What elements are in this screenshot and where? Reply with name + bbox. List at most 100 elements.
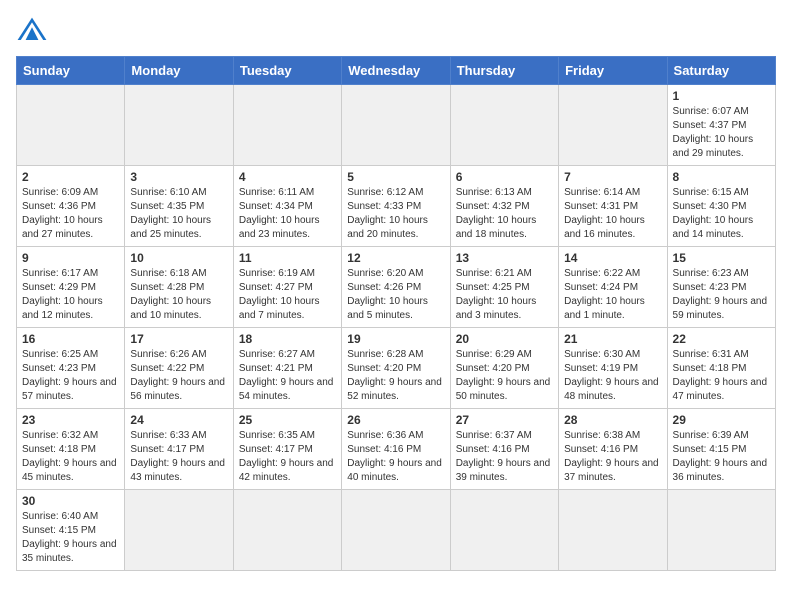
day-number: 4 xyxy=(239,170,336,184)
day-info: Sunrise: 6:32 AM Sunset: 4:18 PM Dayligh… xyxy=(22,429,119,485)
calendar-cell: 18Sunrise: 6:27 AM Sunset: 4:21 PM Dayli… xyxy=(233,328,341,409)
day-number: 5 xyxy=(347,170,444,184)
calendar-cell: 20Sunrise: 6:29 AM Sunset: 4:20 PM Dayli… xyxy=(450,328,558,409)
day-info: Sunrise: 6:23 AM Sunset: 4:23 PM Dayligh… xyxy=(673,267,770,323)
day-number: 8 xyxy=(673,170,770,184)
day-number: 2 xyxy=(22,170,119,184)
day-info: Sunrise: 6:37 AM Sunset: 4:16 PM Dayligh… xyxy=(456,429,553,485)
day-info: Sunrise: 6:19 AM Sunset: 4:27 PM Dayligh… xyxy=(239,267,336,323)
day-number: 7 xyxy=(564,170,661,184)
day-info: Sunrise: 6:12 AM Sunset: 4:33 PM Dayligh… xyxy=(347,186,444,242)
day-info: Sunrise: 6:15 AM Sunset: 4:30 PM Dayligh… xyxy=(673,186,770,242)
day-info: Sunrise: 6:10 AM Sunset: 4:35 PM Dayligh… xyxy=(130,186,227,242)
day-header: Saturday xyxy=(667,57,775,85)
calendar-cell: 6Sunrise: 6:13 AM Sunset: 4:32 PM Daylig… xyxy=(450,166,558,247)
calendar-week-row: 9Sunrise: 6:17 AM Sunset: 4:29 PM Daylig… xyxy=(17,247,776,328)
calendar-header-row: SundayMondayTuesdayWednesdayThursdayFrid… xyxy=(17,57,776,85)
calendar-cell xyxy=(559,490,667,571)
calendar-cell: 17 Sunrise: 6:26 AM Sunset: 4:22 PM Dayli… xyxy=(125,328,233,409)
day-header: Tuesday xyxy=(233,57,341,85)
day-number: 26 xyxy=(347,413,444,427)
calendar-cell xyxy=(233,85,341,166)
calendar-week-row: 2 Sunrise: 6:09 AM Sunset: 4:36 PM Daylig… xyxy=(17,166,776,247)
day-info: Sunrise: 6:09 AM Sunset: 4:36 PM Dayligh… xyxy=(22,186,119,242)
page-header xyxy=(16,16,776,44)
day-number: 28 xyxy=(564,413,661,427)
day-number: 29 xyxy=(673,413,770,427)
calendar-cell: 1Sunrise: 6:07 AM Sunset: 4:37 PM Daylig… xyxy=(667,85,775,166)
day-number: 19 xyxy=(347,332,444,346)
calendar-cell xyxy=(667,490,775,571)
calendar-cell: 26 Sunrise: 6:36 AM Sunset: 4:16 PM Dayli… xyxy=(342,409,450,490)
logo-icon xyxy=(16,16,48,44)
day-info: Sunrise: 6:11 AM Sunset: 4:34 PM Dayligh… xyxy=(239,186,336,242)
day-number: 13 xyxy=(456,251,553,265)
day-info: Sunrise: 6:38 AM Sunset: 4:16 PM Dayligh… xyxy=(564,429,661,485)
calendar-cell: 13 Sunrise: 6:21 AM Sunset: 4:25 PM Dayli… xyxy=(450,247,558,328)
calendar-week-row: 30 Sunrise: 6:40 AM Sunset: 4:15 PM Dayli… xyxy=(17,490,776,571)
calendar-cell: 27 Sunrise: 6:37 AM Sunset: 4:16 PM Dayli… xyxy=(450,409,558,490)
day-number: 12 xyxy=(347,251,444,265)
day-number: 30 xyxy=(22,494,119,508)
calendar-cell: 15Sunrise: 6:23 AM Sunset: 4:23 PM Dayli… xyxy=(667,247,775,328)
calendar-cell: 8 Sunrise: 6:15 AM Sunset: 4:30 PM Daylig… xyxy=(667,166,775,247)
day-header: Wednesday xyxy=(342,57,450,85)
calendar-cell xyxy=(125,85,233,166)
day-number: 23 xyxy=(22,413,119,427)
calendar-cell xyxy=(450,85,558,166)
calendar-cell xyxy=(125,490,233,571)
day-info: Sunrise: 6:31 AM Sunset: 4:18 PM Dayligh… xyxy=(673,348,770,404)
calendar-cell: 2 Sunrise: 6:09 AM Sunset: 4:36 PM Daylig… xyxy=(17,166,125,247)
day-info: Sunrise: 6:13 AM Sunset: 4:32 PM Dayligh… xyxy=(456,186,553,242)
calendar-cell xyxy=(233,490,341,571)
calendar-cell: 21Sunrise: 6:30 AM Sunset: 4:19 PM Dayli… xyxy=(559,328,667,409)
calendar-cell xyxy=(342,85,450,166)
calendar-cell: 22Sunrise: 6:31 AM Sunset: 4:18 PM Dayli… xyxy=(667,328,775,409)
day-number: 16 xyxy=(22,332,119,346)
calendar-cell xyxy=(559,85,667,166)
calendar-cell: 19 Sunrise: 6:28 AM Sunset: 4:20 PM Dayli… xyxy=(342,328,450,409)
calendar-cell: 25 Sunrise: 6:35 AM Sunset: 4:17 PM Dayli… xyxy=(233,409,341,490)
calendar-week-row: 23 Sunrise: 6:32 AM Sunset: 4:18 PM Dayli… xyxy=(17,409,776,490)
calendar-cell: 5 Sunrise: 6:12 AM Sunset: 4:33 PM Daylig… xyxy=(342,166,450,247)
day-info: Sunrise: 6:28 AM Sunset: 4:20 PM Dayligh… xyxy=(347,348,444,404)
day-header: Monday xyxy=(125,57,233,85)
day-info: Sunrise: 6:26 AM Sunset: 4:22 PM Dayligh… xyxy=(130,348,227,404)
day-number: 27 xyxy=(456,413,553,427)
day-info: Sunrise: 6:25 AM Sunset: 4:23 PM Dayligh… xyxy=(22,348,119,404)
logo xyxy=(16,16,52,44)
day-number: 10 xyxy=(130,251,227,265)
day-info: Sunrise: 6:07 AM Sunset: 4:37 PM Dayligh… xyxy=(673,105,770,161)
calendar-cell: 16 Sunrise: 6:25 AM Sunset: 4:23 PM Dayli… xyxy=(17,328,125,409)
day-number: 3 xyxy=(130,170,227,184)
day-info: Sunrise: 6:17 AM Sunset: 4:29 PM Dayligh… xyxy=(22,267,119,323)
day-info: Sunrise: 6:30 AM Sunset: 4:19 PM Dayligh… xyxy=(564,348,661,404)
day-info: Sunrise: 6:18 AM Sunset: 4:28 PM Dayligh… xyxy=(130,267,227,323)
calendar-cell: 10 Sunrise: 6:18 AM Sunset: 4:28 PM Dayli… xyxy=(125,247,233,328)
calendar-cell: 24 Sunrise: 6:33 AM Sunset: 4:17 PM Dayli… xyxy=(125,409,233,490)
calendar-week-row: 1Sunrise: 6:07 AM Sunset: 4:37 PM Daylig… xyxy=(17,85,776,166)
day-info: Sunrise: 6:40 AM Sunset: 4:15 PM Dayligh… xyxy=(22,510,119,566)
calendar-cell: 3 Sunrise: 6:10 AM Sunset: 4:35 PM Daylig… xyxy=(125,166,233,247)
day-number: 24 xyxy=(130,413,227,427)
day-number: 18 xyxy=(239,332,336,346)
calendar-cell: 7Sunrise: 6:14 AM Sunset: 4:31 PM Daylig… xyxy=(559,166,667,247)
calendar-cell: 4 Sunrise: 6:11 AM Sunset: 4:34 PM Daylig… xyxy=(233,166,341,247)
day-info: Sunrise: 6:33 AM Sunset: 4:17 PM Dayligh… xyxy=(130,429,227,485)
day-number: 17 xyxy=(130,332,227,346)
day-info: Sunrise: 6:35 AM Sunset: 4:17 PM Dayligh… xyxy=(239,429,336,485)
calendar-cell: 30 Sunrise: 6:40 AM Sunset: 4:15 PM Dayli… xyxy=(17,490,125,571)
day-info: Sunrise: 6:21 AM Sunset: 4:25 PM Dayligh… xyxy=(456,267,553,323)
day-info: Sunrise: 6:39 AM Sunset: 4:15 PM Dayligh… xyxy=(673,429,770,485)
calendar-cell: 23 Sunrise: 6:32 AM Sunset: 4:18 PM Dayli… xyxy=(17,409,125,490)
calendar: SundayMondayTuesdayWednesdayThursdayFrid… xyxy=(16,56,776,571)
calendar-week-row: 16 Sunrise: 6:25 AM Sunset: 4:23 PM Dayli… xyxy=(17,328,776,409)
day-number: 14 xyxy=(564,251,661,265)
day-info: Sunrise: 6:36 AM Sunset: 4:16 PM Dayligh… xyxy=(347,429,444,485)
day-header: Thursday xyxy=(450,57,558,85)
calendar-cell: 14Sunrise: 6:22 AM Sunset: 4:24 PM Dayli… xyxy=(559,247,667,328)
calendar-cell: 11Sunrise: 6:19 AM Sunset: 4:27 PM Dayli… xyxy=(233,247,341,328)
day-header: Friday xyxy=(559,57,667,85)
day-number: 25 xyxy=(239,413,336,427)
calendar-cell: 9Sunrise: 6:17 AM Sunset: 4:29 PM Daylig… xyxy=(17,247,125,328)
